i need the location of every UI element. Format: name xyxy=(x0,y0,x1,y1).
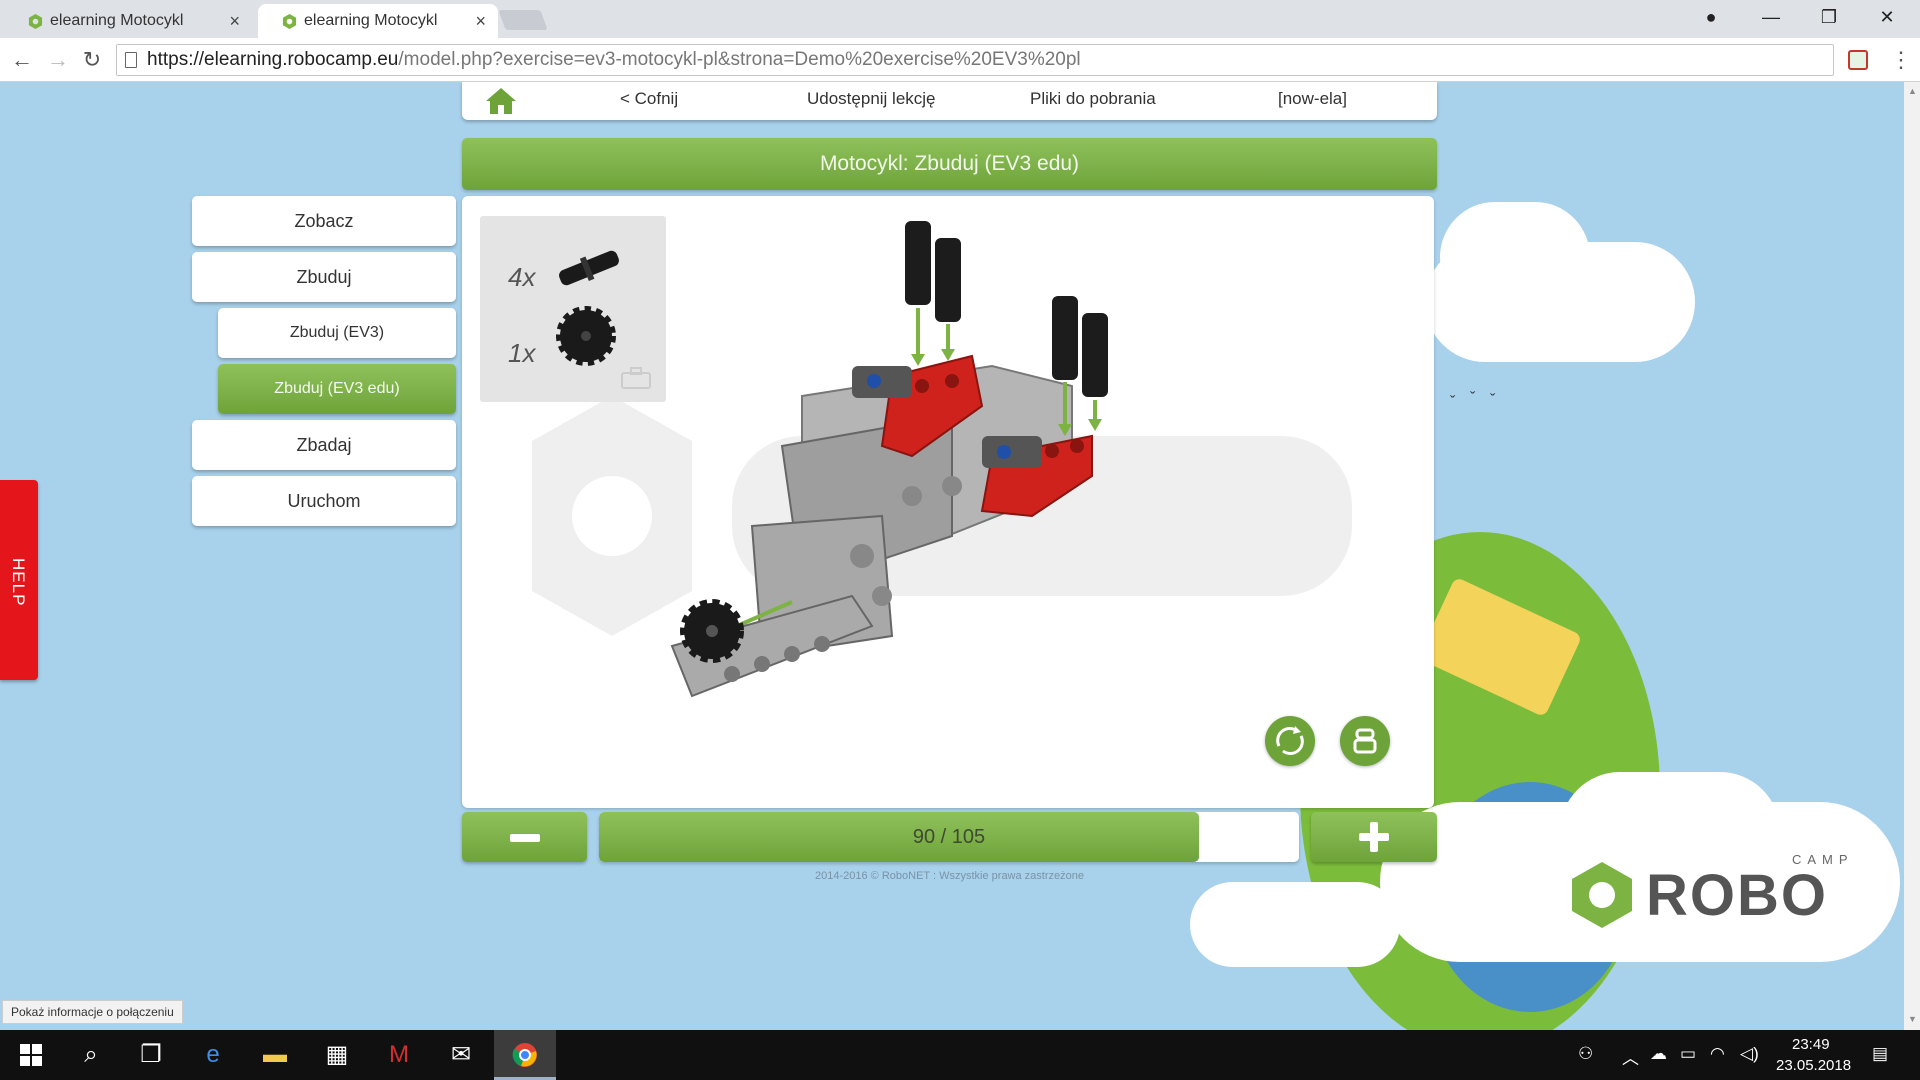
step-progress-bar: 90 / 105 xyxy=(599,812,1299,862)
chevron-up-icon[interactable]: ︿ xyxy=(1622,1044,1639,1069)
step-counter: 90 / 105 xyxy=(912,826,986,848)
sidebar-item-zbadaj[interactable]: Zbadaj xyxy=(192,420,456,470)
url-text[interactable]: https://elearning.robocamp.eu/model.php?… xyxy=(147,45,1081,75)
page-content: ˇ ˇ ˇ < Cofnij Udostępnij lekcję Pliki d… xyxy=(0,82,1904,1030)
gear-12-tooth-icon xyxy=(556,306,616,366)
robocamp-logo: CAMP ROBO xyxy=(1570,852,1870,942)
browser-toolbar: ← → ↻ https://elearning.robocamp.eu/mode… xyxy=(0,38,1920,82)
help-tab[interactable]: HELP xyxy=(0,480,38,680)
mail-icon[interactable]: ✉ xyxy=(430,1030,492,1080)
lesson-title-bar: Motocykl: Zbuduj (EV3 edu) xyxy=(462,138,1437,190)
parts-list: 4x 1x xyxy=(480,216,666,402)
rotate-view-button[interactable] xyxy=(1265,716,1315,766)
onedrive-cloud-icon[interactable]: ☁ xyxy=(1650,1044,1667,1064)
downloads-link[interactable]: Pliki do pobrania xyxy=(1030,82,1156,116)
new-tab-button[interactable] xyxy=(498,10,548,30)
share-lesson-link[interactable]: Udostępnij lekcję xyxy=(807,82,936,116)
rotate-icon xyxy=(1276,726,1304,755)
lego-model-illustration xyxy=(670,221,1108,698)
clock-time[interactable]: 23:49 xyxy=(1792,1036,1830,1053)
sidebar-item-zobacz[interactable]: Zobacz xyxy=(192,196,456,246)
copyright-footer: 2014-2016 © RoboNET : Wszystkie prawa za… xyxy=(815,870,1084,882)
browser-tab[interactable]: elearning Motocykl × xyxy=(4,4,252,38)
scroll-up-icon[interactable]: ▲ xyxy=(1908,86,1917,96)
wifi-icon[interactable]: ◠ xyxy=(1710,1044,1725,1064)
windows-start-icon[interactable] xyxy=(0,1030,62,1080)
forward-arrow-icon[interactable]: → xyxy=(44,46,72,74)
extension-icon[interactable] xyxy=(1848,50,1868,70)
bird-icon: ˇ xyxy=(1490,392,1496,409)
logo-word: ROBO xyxy=(1646,863,1828,928)
people-icon[interactable]: ⚇ xyxy=(1578,1044,1593,1064)
store-icon[interactable]: ▦ xyxy=(306,1030,368,1080)
file-explorer-icon[interactable]: ▬ xyxy=(244,1030,306,1080)
page-scrollbar[interactable]: ▲ ▼ xyxy=(1904,82,1920,1030)
parts-toggle-button[interactable] xyxy=(1340,716,1390,766)
close-window-button[interactable]: ✕ xyxy=(1862,0,1912,34)
scroll-down-icon[interactable]: ▼ xyxy=(1908,1014,1917,1024)
help-label: HELP xyxy=(9,558,28,607)
sidebar-item-zbuduj[interactable]: Zbuduj xyxy=(192,252,456,302)
robocamp-hex-icon xyxy=(1572,862,1632,928)
page-info-icon[interactable] xyxy=(125,52,137,68)
account-icon[interactable]: ● xyxy=(1686,0,1736,34)
volume-icon[interactable]: ◁) xyxy=(1740,1044,1759,1064)
task-view-icon[interactable]: ❐ xyxy=(120,1030,182,1080)
cloud-decoration xyxy=(1440,202,1590,312)
notifications-icon[interactable]: ▤ xyxy=(1872,1044,1888,1064)
back-link[interactable]: < Cofnij xyxy=(620,82,678,116)
sidebar-item-zbuduj-ev3-edu[interactable]: Zbuduj (EV3 edu) xyxy=(218,364,456,414)
browser-tab-bar: elearning Motocykl × elearning Motocykl … xyxy=(0,0,1920,38)
lesson-top-nav: < Cofnij Udostępnij lekcję Pliki do pobr… xyxy=(462,82,1437,120)
reload-icon[interactable]: ↻ xyxy=(78,46,106,74)
back-arrow-icon[interactable]: ← xyxy=(8,46,36,74)
user-link[interactable]: [now-ela] xyxy=(1278,82,1347,116)
address-bar[interactable]: https://elearning.robocamp.eu/model.php?… xyxy=(116,44,1834,76)
minimize-button[interactable]: — xyxy=(1746,0,1796,34)
brick-icon xyxy=(1353,728,1377,754)
chrome-icon[interactable] xyxy=(494,1030,556,1080)
battery-icon[interactable]: ▭ xyxy=(1680,1044,1696,1064)
minus-icon xyxy=(510,834,540,842)
part-quantity: 4x xyxy=(508,262,536,292)
restore-button[interactable]: ❐ xyxy=(1804,0,1854,34)
bird-icon: ˇ xyxy=(1470,390,1476,407)
home-icon[interactable] xyxy=(484,86,518,116)
next-step-button[interactable] xyxy=(1311,812,1437,862)
previous-step-button[interactable] xyxy=(462,812,587,862)
bird-icon: ˇ xyxy=(1450,394,1456,411)
windows-taskbar: ⌕ ❐ e ▬ ▦ M ✉ ⚇ ︿ ☁ ▭ ◠ ◁) 23:49 23.05.2… xyxy=(0,1030,1920,1080)
close-icon[interactable]: × xyxy=(475,4,486,38)
page-title: Motocykl: Zbuduj (EV3 edu) xyxy=(819,152,1080,175)
clock-date[interactable]: 23.05.2018 xyxy=(1776,1057,1851,1074)
mcafee-icon[interactable]: M xyxy=(368,1030,430,1080)
axle-pin-icon xyxy=(559,250,619,286)
cloud-decoration xyxy=(1190,882,1400,967)
edge-browser-icon[interactable]: e xyxy=(182,1030,244,1080)
browser-tab-active[interactable]: elearning Motocykl × xyxy=(258,4,498,38)
toolbox-icon xyxy=(621,367,651,389)
part-quantity: 1x xyxy=(508,338,536,368)
build-step-panel: 4x 1x xyxy=(462,196,1434,808)
tab-title: elearning Motocykl xyxy=(304,12,438,29)
sidebar-item-zbuduj-ev3[interactable]: Zbuduj (EV3) xyxy=(218,308,456,358)
close-icon[interactable]: × xyxy=(229,4,240,38)
robocamp-favicon-icon xyxy=(282,14,297,29)
browser-menu-icon[interactable]: ⋮ xyxy=(1890,46,1912,74)
robocamp-favicon-icon xyxy=(28,14,43,29)
status-bubble: Pokaż informacje o połączeniu xyxy=(2,1000,183,1024)
search-icon[interactable]: ⌕ xyxy=(60,1030,122,1080)
sidebar-item-uruchom[interactable]: Uruchom xyxy=(192,476,456,526)
tab-title: elearning Motocykl xyxy=(50,12,184,29)
